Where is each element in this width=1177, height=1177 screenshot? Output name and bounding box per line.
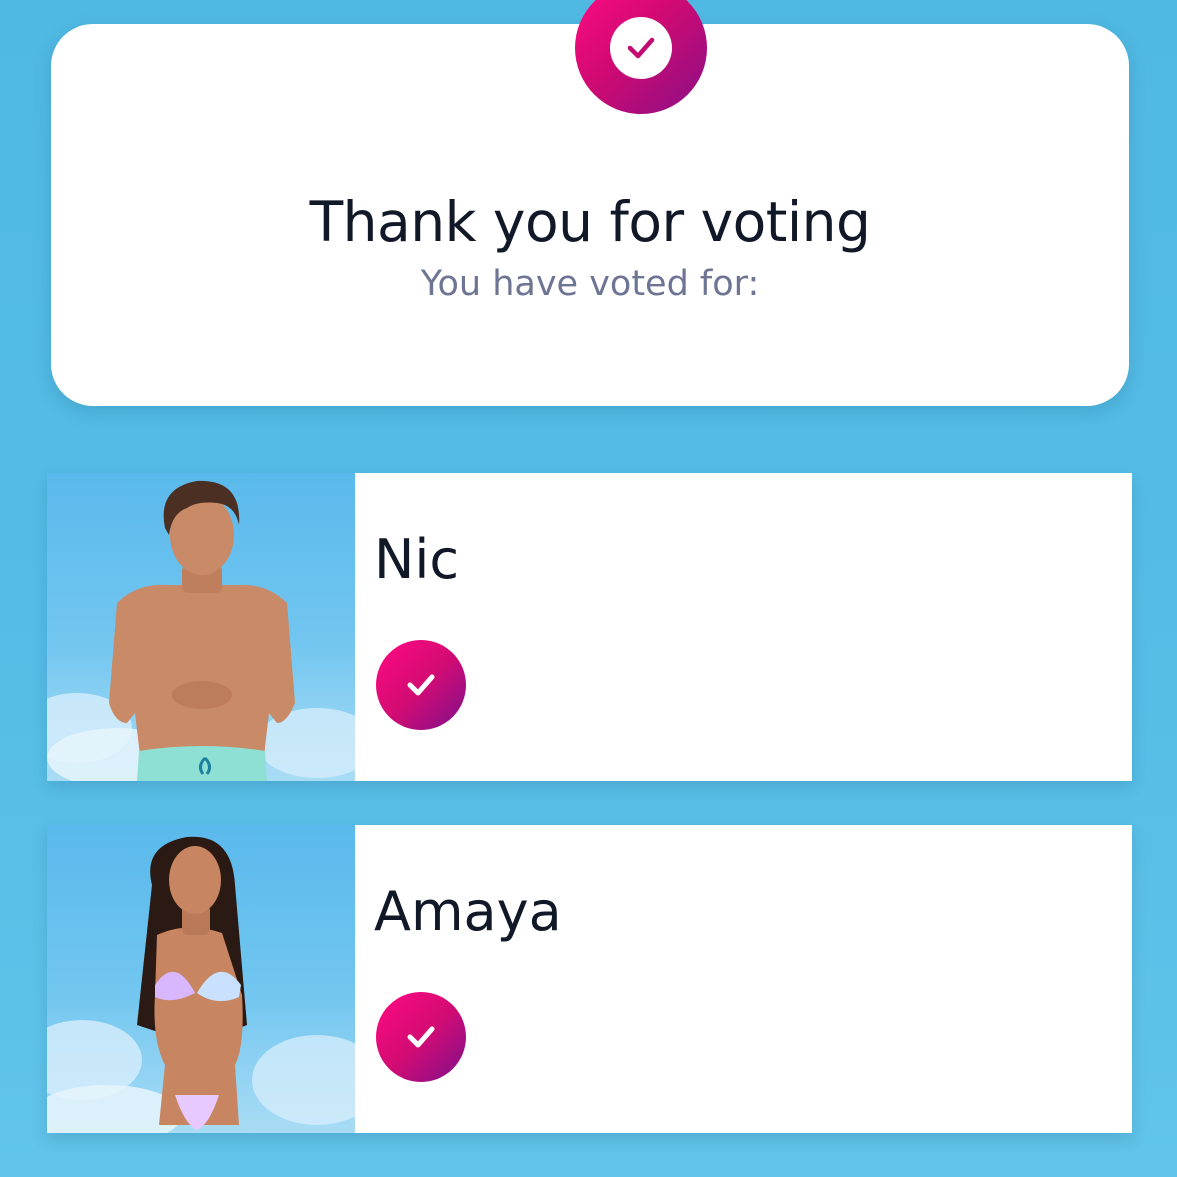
contestant-name: Nic bbox=[374, 528, 460, 591]
check-icon bbox=[376, 640, 466, 730]
confirmation-card: Thank you for voting You have voted for: bbox=[51, 0, 1129, 406]
confirmation-subtitle: You have voted for: bbox=[420, 264, 760, 304]
voted-contestant-card: Amaya bbox=[47, 825, 1132, 1133]
check-icon bbox=[376, 992, 466, 1082]
confirmation-badge bbox=[575, 0, 707, 114]
contestant-photo bbox=[47, 473, 355, 781]
confirmation-title: Thank you for voting bbox=[309, 190, 871, 254]
check-icon bbox=[610, 17, 672, 79]
voted-contestant-card: Nic bbox=[47, 473, 1132, 781]
contestant-name: Amaya bbox=[374, 880, 562, 943]
contestant-photo bbox=[47, 825, 355, 1133]
